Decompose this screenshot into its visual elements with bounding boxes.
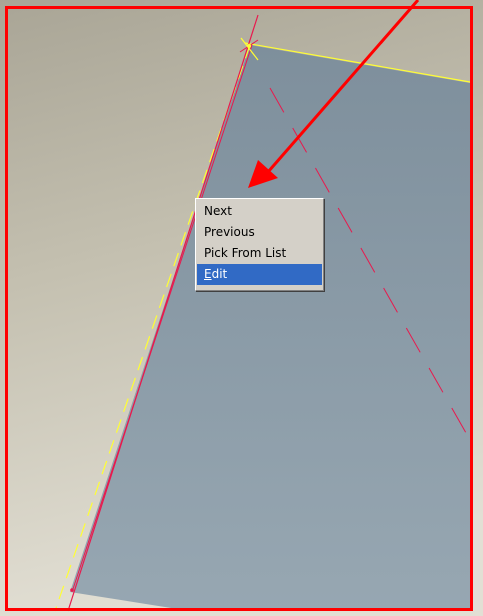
menu-item-label: dit [211,267,228,281]
cad-viewport[interactable] [0,0,483,616]
menu-item-next[interactable]: Next [197,201,322,222]
menu-item-pick-from-list[interactable]: Pick From List [197,243,322,264]
corner-point [70,588,74,592]
screenshot-frame: Next Previous Pick From List Edit [0,0,483,616]
menu-item-label: Previous [204,225,255,239]
menu-item-mnemonic: E [204,267,212,281]
menu-item-label: Next [204,204,232,218]
menu-item-label: Pick From List [204,246,287,260]
context-menu: Next Previous Pick From List Edit [195,198,324,291]
menu-item-edit[interactable]: Edit [197,264,322,285]
menu-item-previous[interactable]: Previous [197,222,322,243]
